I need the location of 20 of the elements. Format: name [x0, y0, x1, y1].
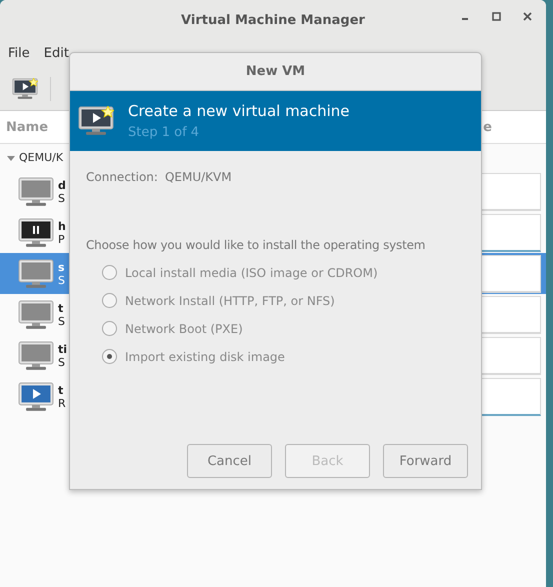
connection-value: QEMU/KVM: [164, 170, 232, 184]
vm-name: t: [58, 302, 64, 314]
vm-status: R: [58, 396, 66, 410]
connection-label: QEMU/K: [19, 151, 64, 164]
window-title: Virtual Machine Manager: [181, 12, 365, 28]
vm-status: S: [58, 274, 65, 286]
vm-status: S: [58, 314, 65, 328]
install-prompt: Choose how you would like to install the operating system: [86, 238, 426, 252]
vm-name: ti: [58, 342, 68, 356]
vm-status: S: [58, 356, 65, 368]
vm-name: t: [58, 384, 64, 396]
dialog-title: New VM: [246, 64, 306, 79]
vm-status: P: [58, 232, 65, 246]
vm-name: h: [58, 220, 66, 232]
connection-label: Connection:: [86, 170, 158, 184]
vm-name: d: [58, 178, 66, 192]
vm-name: s: [58, 260, 65, 274]
step-label: Step 1 of 4: [128, 125, 200, 140]
banner-title: Create a new virtual machine: [128, 102, 350, 120]
vm-status: S: [58, 192, 65, 204]
